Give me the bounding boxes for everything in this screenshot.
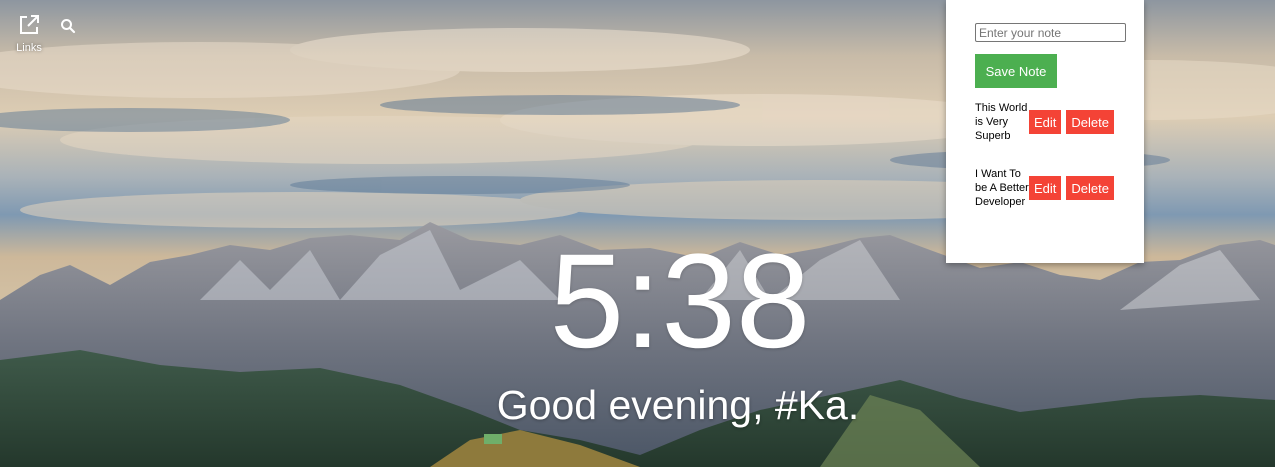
links-button[interactable]: Links [12, 14, 46, 54]
notes-panel: Save Note This World is Very Superb Edit… [946, 0, 1144, 263]
delete-note-button[interactable]: Delete [1066, 176, 1114, 200]
clock-time: 5:38 [549, 227, 811, 376]
background-scene: Links Save Note This World is Very Super… [0, 0, 1275, 467]
links-label: Links [16, 42, 42, 54]
greeting-text: Good evening, #Ka. [496, 382, 860, 428]
external-link-icon [20, 15, 39, 34]
save-note-button[interactable]: Save Note [975, 54, 1057, 88]
note-item: This World is Very Superb Edit Delete [975, 101, 1114, 143]
search-icon [61, 19, 76, 34]
note-text: I Want To be A Better Developer [975, 168, 1029, 208]
edit-note-button[interactable]: Edit [1029, 110, 1062, 134]
note-text: This World is Very Superb [975, 102, 1028, 142]
note-item: I Want To be A Better Developer Edit Del… [975, 167, 1114, 209]
note-input[interactable] [975, 23, 1126, 42]
delete-note-button[interactable]: Delete [1066, 110, 1114, 134]
search-button[interactable] [60, 18, 76, 34]
edit-note-button[interactable]: Edit [1029, 176, 1062, 200]
